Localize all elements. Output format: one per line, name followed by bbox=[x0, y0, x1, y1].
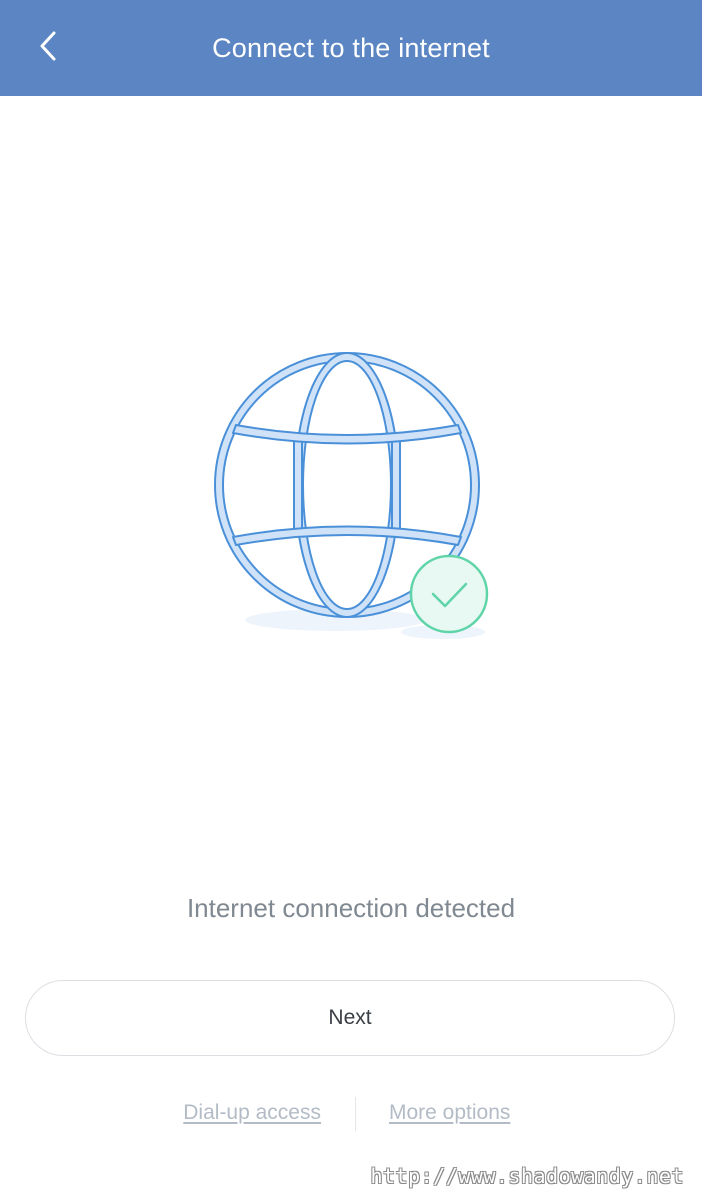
links-divider bbox=[355, 1097, 356, 1131]
connection-illustration bbox=[200, 335, 510, 655]
page-title: Connect to the internet bbox=[212, 33, 490, 63]
next-button[interactable]: Next bbox=[25, 980, 675, 1056]
check-circle-icon bbox=[409, 554, 489, 634]
back-button[interactable] bbox=[24, 24, 72, 72]
connection-status-text: Internet connection detected bbox=[186, 893, 516, 923]
chevron-left-icon bbox=[38, 30, 58, 67]
watermark: http://www.shadowandy.net bbox=[370, 1164, 684, 1188]
app-header: Connect to the internet bbox=[0, 0, 702, 96]
dialup-access-link[interactable]: Dial-up access bbox=[183, 1101, 321, 1125]
secondary-links: Dial-up access More options bbox=[0, 1097, 702, 1133]
more-options-link[interactable]: More options bbox=[389, 1101, 510, 1125]
